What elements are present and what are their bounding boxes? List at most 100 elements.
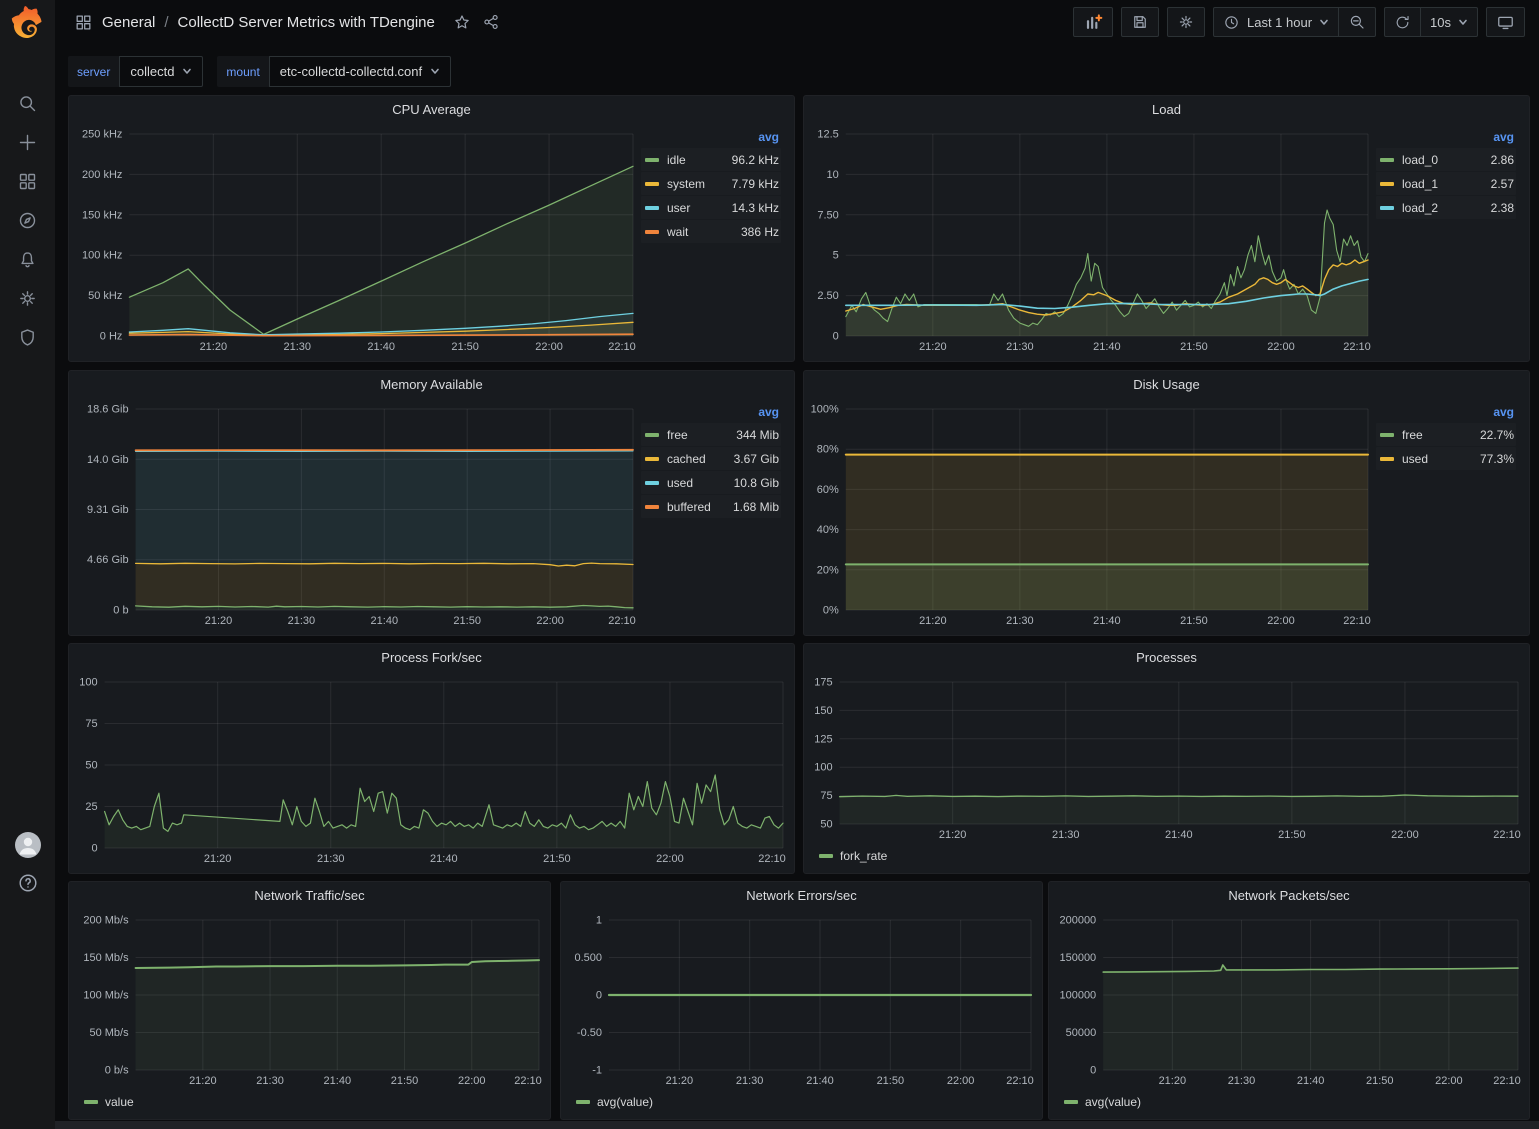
series-name[interactable]: idle <box>667 153 686 167</box>
series-color-swatch[interactable] <box>645 206 659 210</box>
dashboard-title[interactable]: CollectD Server Metrics with TDengine <box>178 14 435 31</box>
series-color-swatch[interactable] <box>645 182 659 186</box>
panel-title[interactable]: CPU Average <box>69 96 794 123</box>
svg-text:0%: 0% <box>823 605 839 617</box>
legend-item[interactable]: free22.7% <box>1376 423 1516 446</box>
server-admin-shield-icon[interactable] <box>17 326 39 348</box>
series-name[interactable]: load_0 <box>1402 153 1438 167</box>
share-icon[interactable] <box>481 12 501 32</box>
variable-server-value[interactable]: collectd <box>119 56 203 87</box>
series-color-swatch[interactable] <box>1380 158 1394 162</box>
series-name[interactable]: cached <box>667 452 706 466</box>
load-chart[interactable]: 02.5057.501012.521:2021:3021:4021:5022:0… <box>809 124 1374 356</box>
panel-title[interactable]: Disk Usage <box>804 371 1529 398</box>
star-icon[interactable] <box>452 12 472 32</box>
svg-text:22:00: 22:00 <box>1391 829 1419 841</box>
legend-item[interactable]: used77.3% <box>1376 447 1516 470</box>
time-range-picker[interactable]: Last 1 hour <box>1213 7 1339 37</box>
create-plus-icon[interactable] <box>17 131 39 153</box>
legend-item[interactable]: load_22.38 <box>1376 196 1516 219</box>
series-avg-value: 344 Mib <box>736 428 779 442</box>
legend-item[interactable]: user 14.3 kHz <box>641 196 781 219</box>
add-panel-button[interactable] <box>1073 7 1113 37</box>
breadcrumb-folder[interactable]: General <box>102 14 155 31</box>
series-name[interactable]: free <box>667 428 688 442</box>
series-avg-value: 96.2 kHz <box>732 153 779 167</box>
legend-item[interactable]: load_02.86 <box>1376 148 1516 171</box>
series-avg-value: 7.79 kHz <box>732 177 779 191</box>
time-range-label: Last 1 hour <box>1247 15 1312 30</box>
series-name[interactable]: used <box>667 476 693 490</box>
legend-item[interactable]: buffered1.68 Mib <box>641 495 781 518</box>
network-traffic-chart[interactable]: 0 b/s50 Mb/s100 Mb/s150 Mb/s200 Mb/s21:2… <box>74 910 545 1090</box>
svg-text:21:40: 21:40 <box>324 1075 352 1087</box>
configuration-gear-icon[interactable] <box>17 287 39 309</box>
network-packets-chart[interactable]: 05000010000015000020000021:2021:3021:402… <box>1054 910 1524 1090</box>
legend-item[interactable]: cached 3.67 Gib <box>641 447 781 470</box>
zoom-out-button[interactable] <box>1339 7 1376 37</box>
cpu-average-chart[interactable]: 0 Hz50 kHz100 kHz150 kHz200 kHz250 kHz21… <box>74 124 639 356</box>
series-color-swatch[interactable] <box>645 457 659 461</box>
legend-item[interactable]: free 344 Mib <box>641 423 781 446</box>
panel-title[interactable]: Processes <box>804 644 1529 671</box>
avatar[interactable] <box>0 831 55 859</box>
svg-text:0: 0 <box>1090 1065 1096 1077</box>
panel-title[interactable]: Process Fork/sec <box>69 644 794 671</box>
save-dashboard-button[interactable] <box>1121 7 1159 37</box>
series-name: value <box>105 1095 134 1109</box>
legend-item[interactable]: used10.8 Gib <box>641 471 781 494</box>
process-fork-chart[interactable]: 025507510021:2021:3021:4021:5022:0022:10 <box>74 672 789 868</box>
series-color-swatch[interactable] <box>645 158 659 162</box>
series-avg-value: 14.3 kHz <box>732 201 779 215</box>
series-avg-value: 3.67 Gib <box>734 452 779 466</box>
legend-item[interactable]: wait386 Hz <box>641 220 781 243</box>
series-color-swatch[interactable] <box>645 433 659 437</box>
dashboards-grid-icon[interactable] <box>17 170 39 192</box>
series-color-swatch[interactable] <box>645 481 659 485</box>
disk-usage-chart[interactable]: 0%20%40%60%80%100%21:2021:3021:4021:5022… <box>809 399 1374 630</box>
legend-item[interactable]: idle 96.2 kHz <box>641 148 781 171</box>
series-color-swatch[interactable] <box>1380 182 1394 186</box>
processes-chart[interactable]: 507510012515017521:2021:3021:4021:5022:0… <box>809 672 1524 844</box>
refresh-interval-picker[interactable]: 10s <box>1421 7 1478 37</box>
alerting-bell-icon[interactable] <box>17 248 39 270</box>
search-icon[interactable] <box>17 92 39 114</box>
series-color-swatch[interactable] <box>645 505 659 509</box>
panel-title[interactable]: Memory Available <box>69 371 794 398</box>
panel-title[interactable]: Network Errors/sec <box>561 882 1042 909</box>
legend-item[interactable]: avg(value) <box>576 1095 653 1109</box>
svg-text:21:20: 21:20 <box>666 1075 694 1087</box>
variable-mount-value[interactable]: etc-collectd-collectd.conf <box>269 56 451 87</box>
cycle-view-tv-button[interactable] <box>1486 7 1525 37</box>
help-icon[interactable] <box>0 872 55 894</box>
grafana-logo-icon[interactable] <box>9 6 47 42</box>
series-name[interactable]: wait <box>667 225 688 239</box>
series-color-swatch[interactable] <box>1380 457 1394 461</box>
series-name[interactable]: used <box>1402 452 1428 466</box>
memory-available-chart[interactable]: 0 b4.66 Gib9.31 Gib14.0 Gib18.6 Gib21:20… <box>74 399 639 630</box>
refresh-button[interactable] <box>1384 7 1421 37</box>
legend-item[interactable]: system 7.79 kHz <box>641 172 781 195</box>
series-name[interactable]: buffered <box>667 500 711 514</box>
legend-item[interactable]: fork_rate <box>819 849 887 863</box>
legend-item[interactable]: value <box>84 1095 134 1109</box>
svg-text:150 kHz: 150 kHz <box>82 209 122 221</box>
series-name[interactable]: user <box>667 201 690 215</box>
series-name[interactable]: load_1 <box>1402 177 1438 191</box>
legend-item[interactable]: load_12.57 <box>1376 172 1516 195</box>
variable-server-label: server <box>68 56 119 87</box>
network-errors-chart[interactable]: -1-0.5000.500121:2021:3021:4021:5022:002… <box>566 910 1037 1090</box>
panel-title[interactable]: Load <box>804 96 1529 123</box>
series-name[interactable]: free <box>1402 428 1423 442</box>
series-name[interactable]: system <box>667 177 705 191</box>
panel-title[interactable]: Network Traffic/sec <box>69 882 550 909</box>
series-color-swatch[interactable] <box>1380 433 1394 437</box>
explore-compass-icon[interactable] <box>17 209 39 231</box>
chevron-down-icon <box>1458 17 1468 27</box>
dashboard-settings-button[interactable] <box>1167 7 1205 37</box>
series-name[interactable]: load_2 <box>1402 201 1438 215</box>
panel-title[interactable]: Network Packets/sec <box>1049 882 1529 909</box>
legend-item[interactable]: avg(value) <box>1064 1095 1141 1109</box>
series-color-swatch[interactable] <box>645 230 659 234</box>
series-color-swatch[interactable] <box>1380 206 1394 210</box>
